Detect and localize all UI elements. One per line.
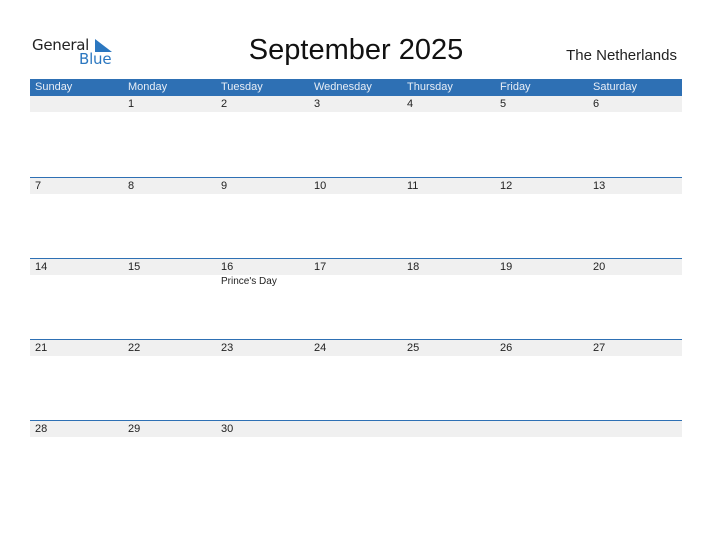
day-cell: 21 xyxy=(35,342,48,354)
day-cell: 4 xyxy=(407,98,414,110)
day-cell xyxy=(588,421,682,437)
day-cell: 18 xyxy=(407,261,420,273)
day-cell: 5 xyxy=(500,98,507,110)
weekday-wednesday: Wednesday xyxy=(314,81,372,93)
day-cell: 28 xyxy=(35,423,48,435)
weekday-saturday: Saturday xyxy=(593,81,638,93)
weekday-sunday: Sunday xyxy=(35,81,73,93)
day-cell: 3 xyxy=(314,98,321,110)
day-cell xyxy=(495,421,588,437)
week-row-1: 1 2 3 4 5 6 xyxy=(30,96,682,177)
day-cell xyxy=(309,421,402,437)
day-cell: 26 xyxy=(500,342,513,354)
week-row-3: 14 15 16 17 18 19 20 Prince's Day xyxy=(30,258,682,339)
day-cell: 12 xyxy=(500,180,513,192)
day-cell xyxy=(30,96,123,112)
day-cell: 7 xyxy=(35,180,42,192)
day-cell: 16 xyxy=(221,261,234,273)
day-cell: 30 xyxy=(221,423,234,435)
day-cell: 13 xyxy=(593,180,606,192)
day-cell: 24 xyxy=(314,342,327,354)
weekday-tuesday: Tuesday xyxy=(221,81,263,93)
holiday-label: Prince's Day xyxy=(221,276,277,287)
country-label: The Netherlands xyxy=(566,47,677,64)
week-row-2: 7 8 9 10 11 12 13 xyxy=(30,177,682,258)
day-cell: 6 xyxy=(593,98,600,110)
day-cell: 15 xyxy=(128,261,141,273)
weekday-header: Sunday Monday Tuesday Wednesday Thursday… xyxy=(30,79,682,96)
day-cell: 22 xyxy=(128,342,141,354)
day-cell: 17 xyxy=(314,261,327,273)
calendar-grid: Sunday Monday Tuesday Wednesday Thursday… xyxy=(30,79,682,501)
week-row-4: 21 22 23 24 25 26 27 xyxy=(30,339,682,420)
weekday-thursday: Thursday xyxy=(407,81,453,93)
weekday-monday: Monday xyxy=(128,81,168,93)
day-cell: 2 xyxy=(221,98,228,110)
day-cell: 11 xyxy=(407,180,419,192)
day-cell: 8 xyxy=(128,180,135,192)
week-row-5: 28 29 30 xyxy=(30,420,682,501)
day-cell: 10 xyxy=(314,180,327,192)
day-cell: 19 xyxy=(500,261,513,273)
day-cell: 23 xyxy=(221,342,234,354)
day-cell: 27 xyxy=(593,342,606,354)
day-cell: 25 xyxy=(407,342,420,354)
day-cell: 14 xyxy=(35,261,48,273)
day-cell: 29 xyxy=(128,423,141,435)
day-cell: 9 xyxy=(221,180,228,192)
day-cell xyxy=(402,421,495,437)
day-cell: 1 xyxy=(128,98,135,110)
day-cell: 20 xyxy=(593,261,606,273)
weekday-friday: Friday xyxy=(500,81,531,93)
